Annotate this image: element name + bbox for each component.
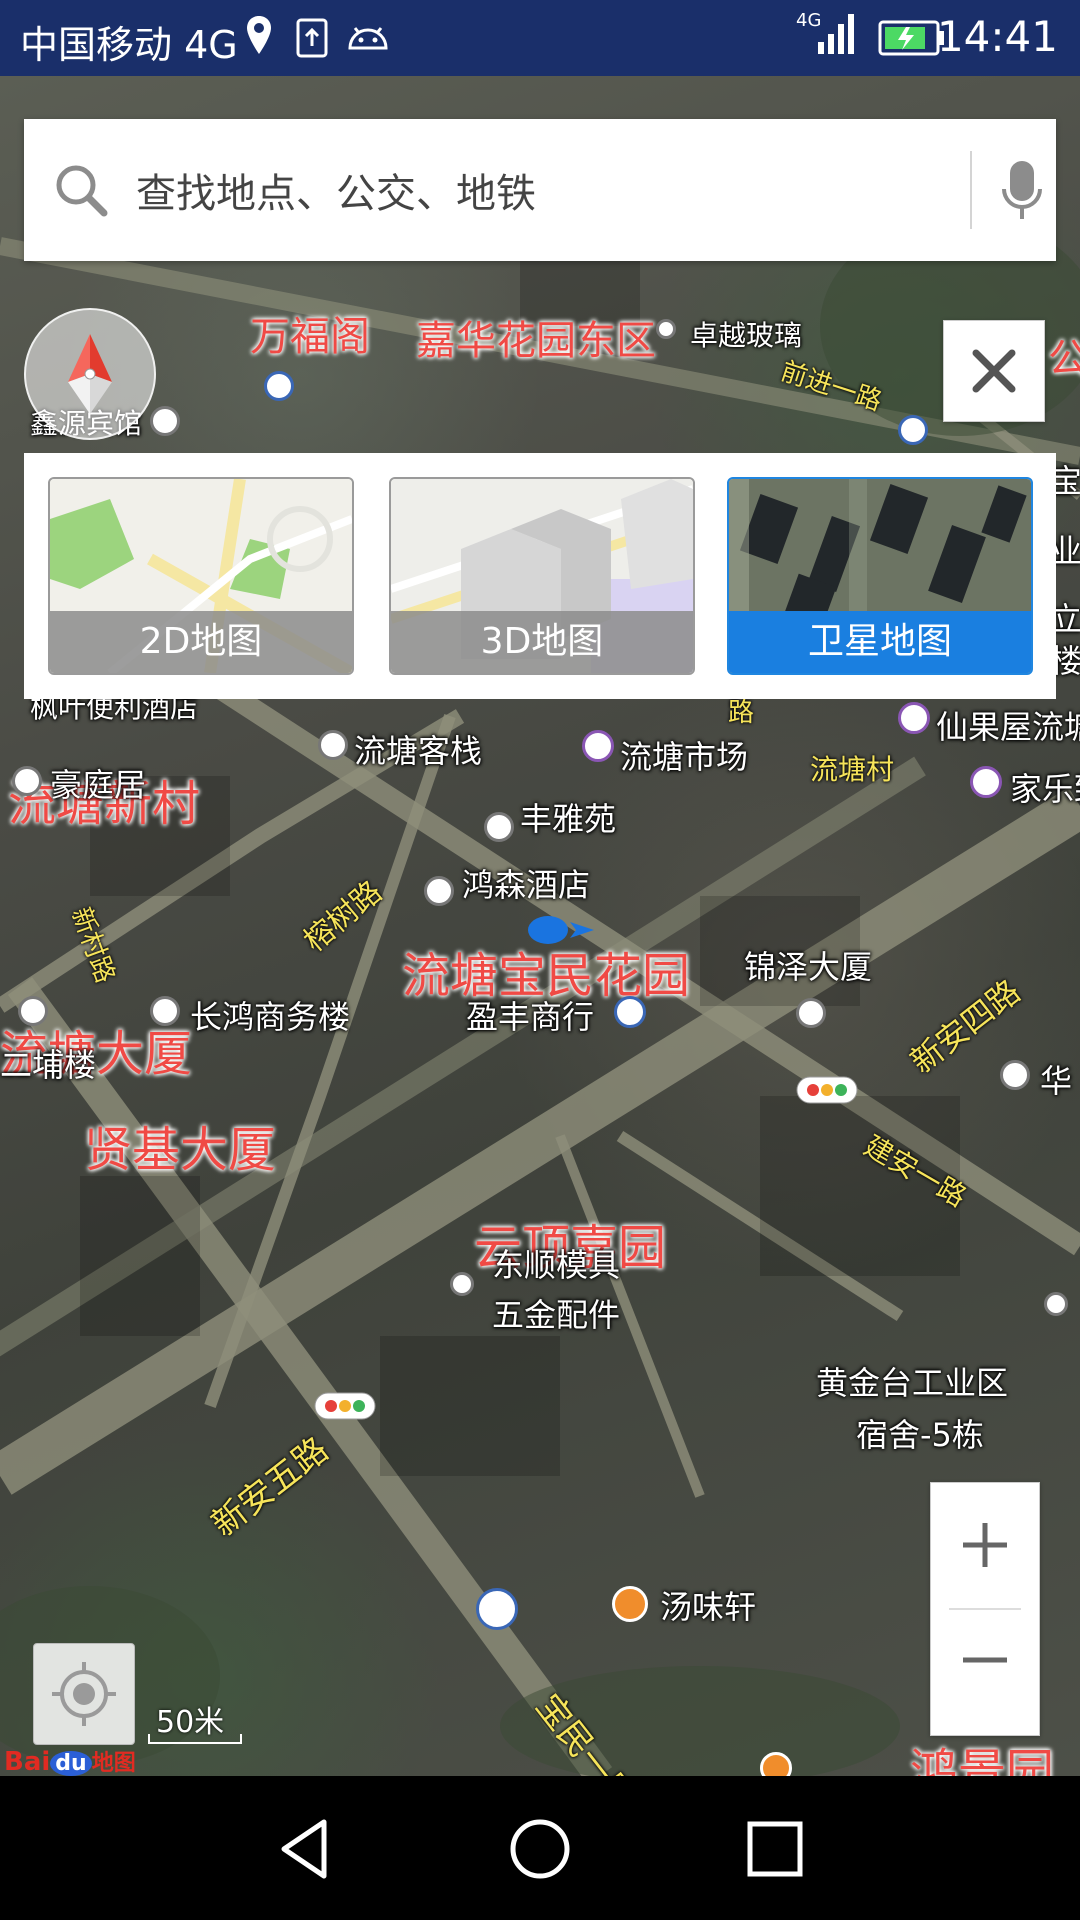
- map-label[interactable]: 贤基大厦: [84, 1110, 276, 1180]
- plus-icon: [963, 1523, 1007, 1567]
- poi-label[interactable]: 盈丰商行: [466, 992, 594, 1038]
- poi-label[interactable]: 流塘市场: [620, 732, 748, 778]
- building-icon[interactable]: [150, 996, 180, 1026]
- poi-label[interactable]: 锦泽大厦: [744, 942, 872, 988]
- shop-icon[interactable]: [614, 996, 646, 1028]
- recents-icon[interactable]: [744, 1818, 806, 1880]
- compass-button[interactable]: [24, 308, 156, 440]
- map-label[interactable]: 万福阁: [250, 304, 370, 362]
- poi-label[interactable]: 仙果屋流塘: [936, 702, 1080, 748]
- layer-option-3d[interactable]: 3D地图: [389, 477, 695, 675]
- zoom-divider: [949, 1608, 1021, 1610]
- locate-button[interactable]: [33, 1643, 135, 1745]
- restaurant-icon[interactable]: [612, 1586, 648, 1622]
- search-divider: [970, 151, 972, 229]
- building-icon[interactable]: [1000, 1060, 1030, 1090]
- poi-label[interactable]: 豪庭居: [50, 760, 146, 806]
- building-icon[interactable]: [796, 998, 826, 1028]
- microphone-icon[interactable]: [1000, 159, 1044, 227]
- baidu-logo: Bai du 地图: [4, 1747, 136, 1777]
- map-label[interactable]: 公: [1048, 326, 1080, 384]
- current-location-icon[interactable]: [526, 910, 596, 950]
- poi-label[interactable]: 五金配件: [492, 1290, 620, 1336]
- traffic-light-icon: [796, 1076, 858, 1104]
- hotel-icon[interactable]: [150, 406, 180, 436]
- close-icon: [972, 349, 1016, 393]
- restaurant-icon[interactable]: [760, 1752, 792, 1776]
- layer-option-label: 3D地图: [391, 611, 693, 673]
- building-icon[interactable]: [12, 766, 42, 796]
- back-icon[interactable]: [272, 1814, 342, 1884]
- poi-label[interactable]: 二埔楼: [0, 1040, 96, 1086]
- map-label[interactable]: 鸿景园: [910, 1732, 1054, 1776]
- road-label: 流塘村: [810, 753, 895, 786]
- layer-option-satellite[interactable]: 卫星地图: [727, 477, 1033, 675]
- compass-icon: [68, 334, 112, 414]
- poi-label[interactable]: 宿舍-5栋: [856, 1410, 984, 1456]
- home-icon[interactable]: [505, 1814, 575, 1884]
- network-badge: 4G: [796, 10, 822, 31]
- poi-label[interactable]: 长鸿商务楼: [190, 992, 350, 1038]
- traffic-light-icon: [314, 1392, 376, 1420]
- search-bar[interactable]: 查找地点、公交、地铁: [24, 119, 1056, 261]
- minus-icon: [963, 1657, 1007, 1663]
- scale-bar: [148, 1734, 242, 1744]
- layer-option-label: 2D地图: [50, 611, 352, 673]
- market-icon[interactable]: [582, 730, 614, 762]
- poi-label[interactable]: 鸿森酒店: [462, 860, 590, 906]
- bus-stop-icon[interactable]: [476, 1588, 518, 1630]
- shop-icon[interactable]: [970, 766, 1002, 798]
- clock: 14:41: [936, 12, 1058, 61]
- navigation-bar: [0, 1776, 1080, 1920]
- poi-label[interactable]: 流塘客栈: [354, 726, 482, 772]
- poi-icon[interactable]: [1044, 1292, 1068, 1316]
- search-input[interactable]: 查找地点、公交、地铁: [136, 161, 536, 219]
- poi-label[interactable]: 家乐致: [1010, 764, 1080, 810]
- poi-label[interactable]: 汤味轩: [660, 1582, 756, 1628]
- layer-option-label: 卫星地图: [729, 611, 1031, 673]
- android-icon: [346, 22, 390, 56]
- zoom-control: [930, 1482, 1040, 1736]
- locate-icon: [52, 1662, 116, 1726]
- poi-label[interactable]: 卓越玻璃: [690, 314, 802, 354]
- bus-stop-icon[interactable]: [264, 371, 294, 401]
- map-label[interactable]: 嘉华花园东区: [416, 308, 656, 366]
- bus-stop-icon[interactable]: [898, 415, 928, 445]
- hotel-icon[interactable]: [318, 730, 348, 760]
- carrier-text: 中国移动 4G: [20, 23, 238, 67]
- poi-label[interactable]: 东顺模具: [492, 1240, 620, 1286]
- status-bar: 中国移动 4G 4G 14:41: [0, 0, 1080, 76]
- poi-icon[interactable]: [656, 319, 676, 339]
- upload-icon: [296, 18, 328, 62]
- hotel-icon[interactable]: [18, 996, 48, 1026]
- poi-icon[interactable]: [450, 1272, 474, 1296]
- poi-label[interactable]: 丰雅苑: [520, 794, 616, 840]
- layer-option-2d[interactable]: 2D地图: [48, 477, 354, 675]
- zoom-in-button[interactable]: [931, 1483, 1039, 1607]
- building-icon[interactable]: [484, 812, 514, 842]
- battery-icon: [878, 20, 946, 60]
- signal-icon: 4G: [796, 10, 856, 64]
- zoom-out-button[interactable]: [931, 1611, 1039, 1735]
- hotel-icon[interactable]: [424, 876, 454, 906]
- satellite-map[interactable]: 万福阁 嘉华花园东区 公 流塘新村 流塘宝民花园 流塘大厦 贤基大厦 云顶嘉园 …: [0, 76, 1080, 1776]
- location-icon: [244, 14, 274, 62]
- search-icon[interactable]: [54, 163, 110, 223]
- poi-label[interactable]: 华: [1040, 1056, 1072, 1102]
- poi-label[interactable]: 黄金台工业区: [816, 1358, 1008, 1404]
- map-layer-panel: 2D地图 3D地图 卫星地图: [24, 453, 1056, 699]
- close-button[interactable]: [943, 320, 1045, 422]
- shop-icon[interactable]: [898, 702, 930, 734]
